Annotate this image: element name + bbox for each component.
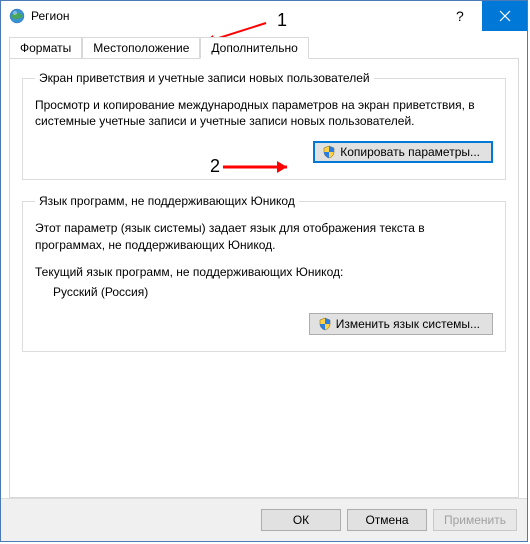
current-language-value: Русский (Россия)	[53, 285, 493, 299]
shield-icon	[318, 317, 332, 331]
group-welcome-screen: Экран приветствия и учетные записи новых…	[22, 71, 506, 180]
titlebar: Регион ?	[1, 1, 527, 31]
help-button[interactable]: ?	[437, 1, 482, 31]
current-language-label: Текущий язык программ, не поддерживающих…	[35, 265, 493, 279]
dialog-footer: ОК Отмена Применить	[1, 498, 527, 541]
group-nonunicode-legend: Язык программ, не поддерживающих Юникод	[35, 194, 299, 208]
group-welcome-desc: Просмотр и копирование международных пар…	[35, 97, 493, 129]
cancel-button[interactable]: Отмена	[347, 509, 427, 531]
window-title: Регион	[31, 9, 437, 23]
tab-advanced[interactable]: Дополнительно	[200, 37, 308, 59]
copy-settings-label: Копировать параметры...	[340, 145, 480, 159]
group-nonunicode-desc: Этот параметр (язык системы) задает язык…	[35, 220, 493, 252]
region-dialog: Регион ? Форматы Местоположение Дополнит…	[0, 0, 528, 542]
ok-button[interactable]: ОК	[261, 509, 341, 531]
tab-location[interactable]: Местоположение	[82, 37, 200, 59]
tab-pane-advanced: Экран приветствия и учетные записи новых…	[9, 58, 519, 498]
shield-icon	[322, 145, 336, 159]
tab-strip: Форматы Местоположение Дополнительно	[9, 37, 519, 59]
client-area: Форматы Местоположение Дополнительно Экр…	[1, 31, 527, 498]
change-system-locale-label: Изменить язык системы...	[336, 317, 480, 331]
change-system-locale-button[interactable]: Изменить язык системы...	[309, 313, 493, 335]
close-button[interactable]	[482, 1, 527, 31]
globe-icon	[9, 8, 25, 24]
tab-formats[interactable]: Форматы	[9, 37, 82, 59]
window-controls: ?	[437, 1, 527, 31]
apply-button[interactable]: Применить	[433, 509, 517, 531]
group-nonunicode: Язык программ, не поддерживающих Юникод …	[22, 194, 506, 351]
svg-text:?: ?	[456, 9, 464, 23]
group-welcome-legend: Экран приветствия и учетные записи новых…	[35, 71, 374, 85]
copy-settings-button[interactable]: Копировать параметры...	[313, 141, 493, 163]
